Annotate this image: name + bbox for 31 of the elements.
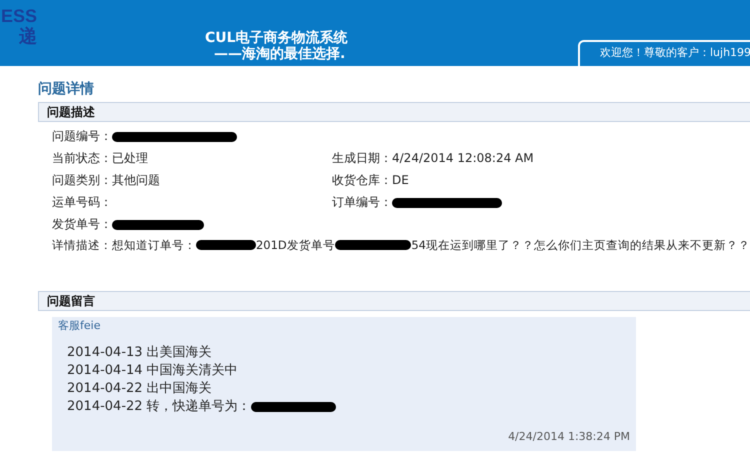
message-line: 2014-04-22 出中国海关 — [67, 381, 212, 397]
field-label: 问题编号： — [52, 128, 112, 144]
field-label: 运单号码： — [52, 194, 112, 210]
field-label: 当前状态： — [52, 150, 112, 166]
field-value: 其他问题 — [112, 173, 160, 187]
page-title: 问题详情 — [38, 80, 95, 98]
field-label: 生成日期： — [332, 150, 392, 166]
redaction-mark — [196, 240, 256, 250]
section-header: 问题留言 — [38, 291, 750, 311]
message-time: 4/24/2014 1:38:24 PM — [508, 430, 630, 443]
welcome-box: 欢迎您！尊敬的客户：lujh199 — [578, 40, 750, 66]
message-line: 2014-04-14 中国海关清关中 — [67, 363, 238, 379]
message-author: 客服feie — [58, 319, 102, 333]
field-label: 订单编号： — [332, 194, 392, 210]
message-line: 2014-04-22 转，快递单号为： — [67, 399, 251, 415]
system-title: CUL电子商务物流系统 — [205, 30, 348, 46]
message-line: 2014-04-13 出美国海关 — [67, 345, 212, 361]
slogan: ——海淘的最佳选择. — [213, 46, 346, 62]
field-label: 发货单号： — [52, 216, 112, 232]
section-header: 问题描述 — [38, 102, 750, 122]
field-value: DE — [392, 173, 409, 187]
logo-text: ESS — [1, 6, 38, 26]
description-text: 54现在运到哪里了？？怎么你们主页查询的结果从来不更新？？ — [411, 237, 750, 253]
description-text: 201D发货单号 — [256, 237, 335, 253]
field-value: 已处理 — [112, 151, 148, 165]
description-text: 想知道订单号： — [112, 237, 196, 253]
field-value: 4/24/2014 12:08:24 AM — [392, 151, 534, 165]
field-label: 问题类别： — [52, 172, 112, 188]
logo-text: 递 — [19, 26, 38, 46]
field-label: 收货仓库： — [332, 172, 392, 188]
field-label: 详情描述： — [52, 237, 112, 253]
